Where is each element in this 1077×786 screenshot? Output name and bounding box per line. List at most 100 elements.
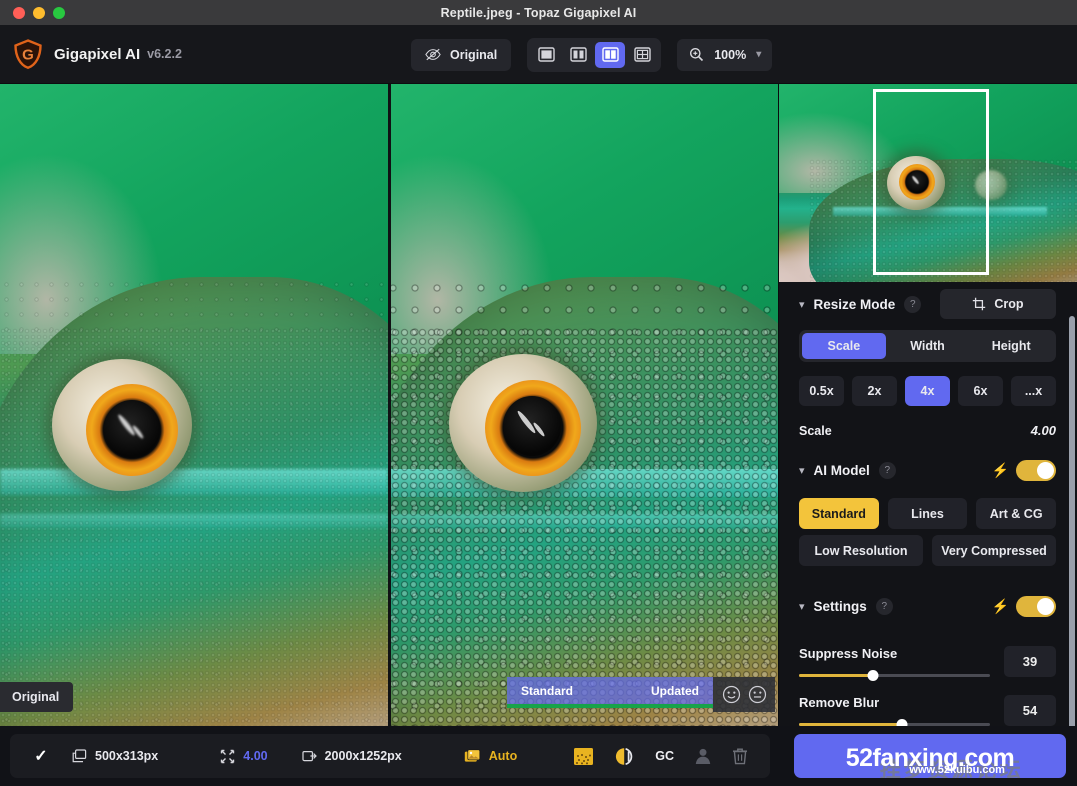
view-mode-group [527, 38, 661, 72]
help-icon-resize-mode[interactable]: ? [904, 296, 921, 313]
gigapixel-logo-icon: G [12, 38, 44, 70]
watermark-overlay: 挂梦资源论坛 52fanxing.com www.52kuibu.com [794, 734, 1066, 778]
enhanced-pane[interactable]: Standard Updated [391, 84, 778, 726]
neutral-face-icon[interactable] [748, 685, 767, 704]
lightning-bolt-icon: ⚡ [992, 598, 1009, 615]
trash-icon[interactable] [732, 747, 748, 765]
section-title-settings: Settings [814, 599, 867, 614]
preview-viewport-rect[interactable] [873, 89, 989, 275]
suppress-noise-label: Suppress Noise [799, 646, 990, 661]
watermark-main: 52fanxing.com [846, 744, 1015, 773]
sidebar-scrollbar[interactable] [1069, 316, 1075, 736]
resize-mode-segmented: Scale Width Height [799, 330, 1056, 362]
photos-icon [464, 749, 481, 764]
navigator-preview[interactable] [779, 84, 1077, 282]
scale-factor-item: 4.00 [220, 749, 267, 764]
ai-model-low-resolution[interactable]: Low Resolution [799, 535, 923, 566]
resize-mode-scale[interactable]: Scale [802, 333, 886, 359]
section-header-settings[interactable]: ▾ Settings ? ⚡ [799, 584, 1056, 628]
maximize-button[interactable] [53, 7, 65, 19]
output-size-label: 2000x1252px [325, 749, 402, 763]
magnifier-plus-icon [689, 47, 704, 62]
chevron-down-icon: ▾ [756, 49, 761, 60]
ai-model-row-2: Low Resolution Very Compressed [799, 535, 1056, 566]
single-pane-icon [538, 47, 555, 62]
view-mode-quad[interactable] [627, 42, 657, 68]
remove-blur-label: Remove Blur [799, 695, 990, 710]
enhanced-status-badges: Standard Updated [507, 677, 775, 712]
watermark-chinese: 挂梦资源论坛 [880, 754, 1024, 778]
chevron-down-icon[interactable]: ▾ [799, 600, 805, 613]
checkmark-icon[interactable]: ✓ [10, 746, 72, 766]
suppress-noise-value[interactable]: 39 [1004, 646, 1056, 677]
ai-model-standard[interactable]: Standard [799, 498, 879, 529]
brand-version: v6.2.2 [147, 47, 182, 61]
scale-preset-2x[interactable]: 2x [852, 376, 897, 406]
badge-model-label: Standard [521, 684, 573, 698]
app-window: Reptile.jpeg - Topaz Gigapixel AI G Giga… [0, 0, 1077, 786]
scale-preset-custom[interactable]: ...x [1011, 376, 1056, 406]
auto-mode-label: Auto [489, 749, 517, 763]
ai-model-auto-toggle[interactable] [1016, 460, 1056, 481]
feedback-buttons [713, 677, 775, 712]
model-status-badge: Standard Updated [507, 677, 713, 708]
view-mode-single[interactable] [531, 42, 561, 68]
contrast-icon[interactable] [614, 747, 635, 766]
remove-blur-value[interactable]: 54 [1004, 695, 1056, 726]
close-button[interactable] [13, 7, 25, 19]
toolbar-controls: Original [411, 25, 772, 84]
grain-icon[interactable] [573, 747, 594, 766]
suppress-noise-track[interactable] [799, 674, 990, 677]
image-in-icon [72, 749, 87, 763]
input-size-label: 500x313px [95, 749, 158, 763]
section-header-resize-mode[interactable]: ▾ Resize Mode ? Crop [799, 282, 1056, 326]
bottom-bar: ✓ 500x313px 4.00 [0, 726, 1077, 786]
ai-model-lines[interactable]: Lines [888, 498, 968, 529]
resize-arrows-icon [220, 749, 235, 764]
split-columns-icon [570, 47, 587, 62]
image-canvas[interactable]: Original [0, 84, 778, 726]
title-bar: Reptile.jpeg - Topaz Gigapixel AI [0, 0, 1077, 25]
sidebar-sections: ▾ Resize Mode ? Crop Scale [779, 282, 1077, 726]
window-title: Reptile.jpeg - Topaz Gigapixel AI [0, 6, 1077, 20]
scale-preset-6x[interactable]: 6x [958, 376, 1003, 406]
settings-toggle-group: ⚡ [992, 596, 1056, 617]
slider-suppress-noise: Suppress Noise 39 [799, 646, 1056, 677]
ai-model-art-cg[interactable]: Art & CG [976, 498, 1056, 529]
help-icon-settings[interactable]: ? [876, 598, 893, 615]
section-header-ai-model[interactable]: ▾ AI Model ? ⚡ [799, 448, 1056, 492]
save-image-button[interactable]: 挂梦资源论坛 52fanxing.com www.52kuibu.com [794, 734, 1066, 778]
zoom-control[interactable]: 100% ▾ [677, 39, 772, 71]
main-toolbar: G Gigapixel AI v6.2.2 Original [0, 25, 1077, 84]
original-pane-label: Original [0, 682, 73, 712]
grid-pane-icon [634, 47, 651, 62]
svg-text:G: G [22, 47, 34, 64]
scale-value-label: Scale [799, 424, 832, 438]
chevron-down-icon[interactable]: ▾ [799, 298, 805, 311]
view-mode-split-narrow[interactable] [563, 42, 593, 68]
smiley-face-icon[interactable] [722, 685, 741, 704]
minimize-button[interactable] [33, 7, 45, 19]
gc-label[interactable]: GC [655, 749, 674, 763]
scale-preset-4x[interactable]: 4x [905, 376, 950, 406]
person-icon[interactable] [694, 747, 712, 765]
original-pane[interactable]: Original [0, 84, 388, 726]
ai-model-very-compressed[interactable]: Very Compressed [932, 535, 1056, 566]
slider-remove-blur: Remove Blur 54 [799, 695, 1056, 726]
chevron-down-icon[interactable]: ▾ [799, 464, 805, 477]
section-title-ai-model: AI Model [814, 463, 870, 478]
crop-button-label: Crop [994, 297, 1023, 311]
traffic-lights [0, 7, 65, 19]
scale-preset-0-5x[interactable]: 0.5x [799, 376, 844, 406]
settings-auto-toggle[interactable] [1016, 596, 1056, 617]
crop-button[interactable]: Crop [940, 289, 1056, 319]
help-icon-ai-model[interactable]: ? [879, 462, 896, 479]
enhanced-image [391, 84, 778, 726]
resize-mode-height[interactable]: Height [969, 333, 1053, 359]
watermark-url: www.52kuibu.com [909, 764, 1005, 776]
view-mode-side-by-side[interactable] [595, 42, 625, 68]
original-toggle-button[interactable]: Original [411, 39, 511, 71]
resize-mode-width[interactable]: Width [886, 333, 970, 359]
auto-mode-item[interactable]: Auto [464, 749, 517, 764]
scale-value[interactable]: 4.00 [1031, 423, 1056, 438]
